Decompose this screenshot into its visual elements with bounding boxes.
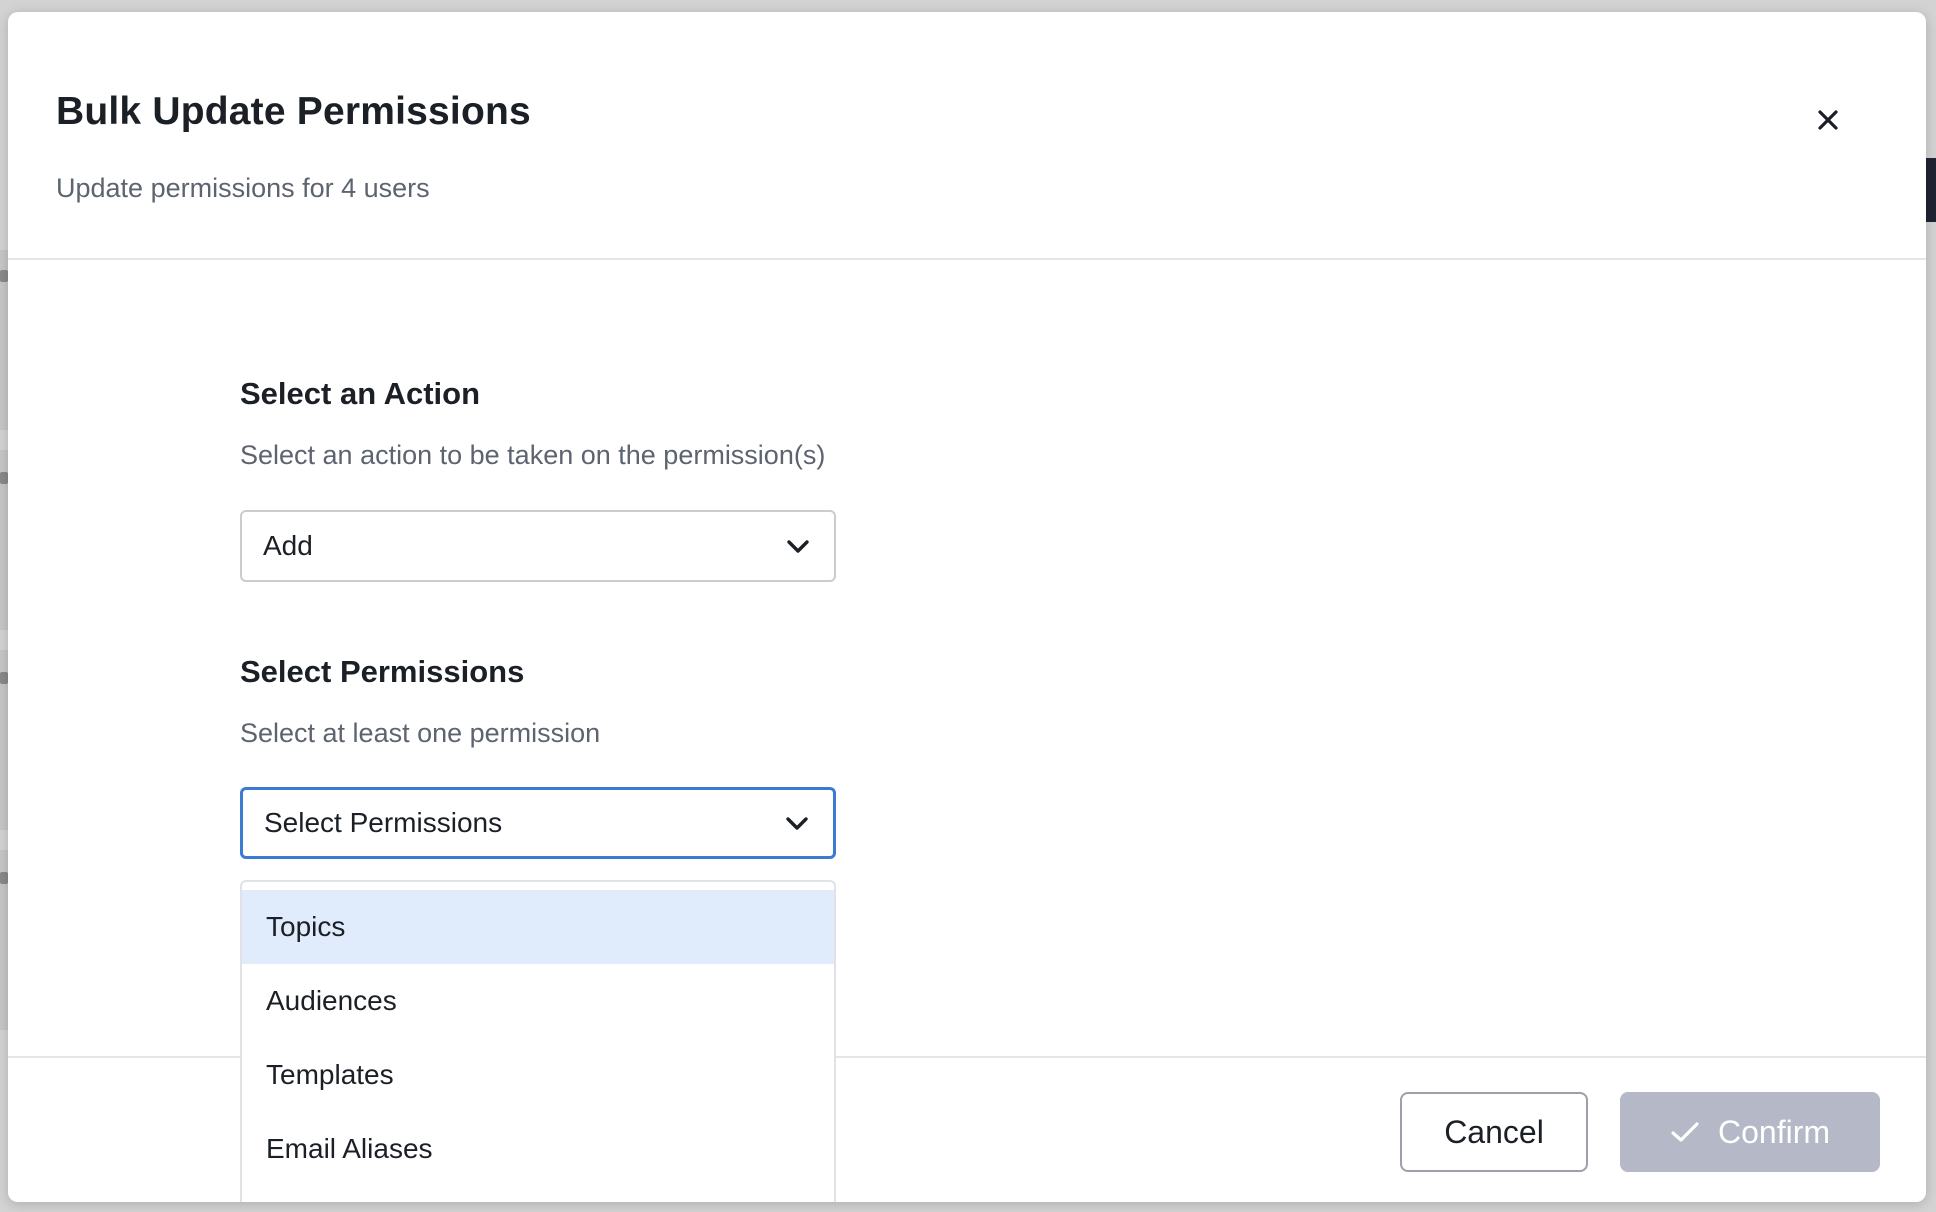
action-select-value: Add: [263, 530, 313, 561]
modal-subtitle: Update permissions for 4 users: [56, 173, 430, 203]
background-text-fragment: [0, 872, 8, 884]
close-icon: [1818, 110, 1838, 130]
dropdown-option-audiences[interactable]: Audiences: [242, 964, 834, 1038]
permissions-select[interactable]: Select Permissions: [240, 787, 836, 859]
bulk-update-permissions-modal: Bulk Update Permissions Update permissio…: [8, 12, 1926, 1202]
confirm-button[interactable]: Confirm: [1620, 1092, 1880, 1172]
permissions-section-title: Select Permissions: [240, 654, 525, 689]
permissions-select-placeholder: Select Permissions: [264, 807, 503, 838]
modal-header: Bulk Update Permissions Update permissio…: [8, 12, 1926, 260]
background-dark-tab: [1926, 158, 1936, 222]
dropdown-option-topics[interactable]: Topics: [242, 890, 834, 964]
action-section-title: Select an Action: [240, 376, 481, 411]
cancel-button[interactable]: Cancel: [1400, 1092, 1588, 1172]
background-text-fragment: [0, 472, 8, 484]
confirm-button-label: Confirm: [1717, 1113, 1830, 1150]
check-icon: [1671, 1122, 1699, 1142]
close-button[interactable]: [1808, 100, 1848, 140]
chevron-down-icon: [787, 540, 809, 553]
permissions-dropdown-menu: Topics Audiences Templates Email Aliases: [240, 880, 836, 1202]
background-text-fragment: [0, 672, 8, 684]
permissions-section-help: Select at least one permission: [240, 718, 601, 748]
action-section-help: Select an action to be taken on the perm…: [240, 440, 826, 470]
dropdown-option-email-aliases[interactable]: Email Aliases: [242, 1112, 834, 1186]
action-select[interactable]: Add: [240, 510, 836, 582]
modal-title: Bulk Update Permissions: [56, 90, 531, 133]
background-text-fragment: [0, 270, 8, 282]
chevron-down-icon: [786, 817, 808, 830]
dropdown-option-templates[interactable]: Templates: [242, 1038, 834, 1112]
